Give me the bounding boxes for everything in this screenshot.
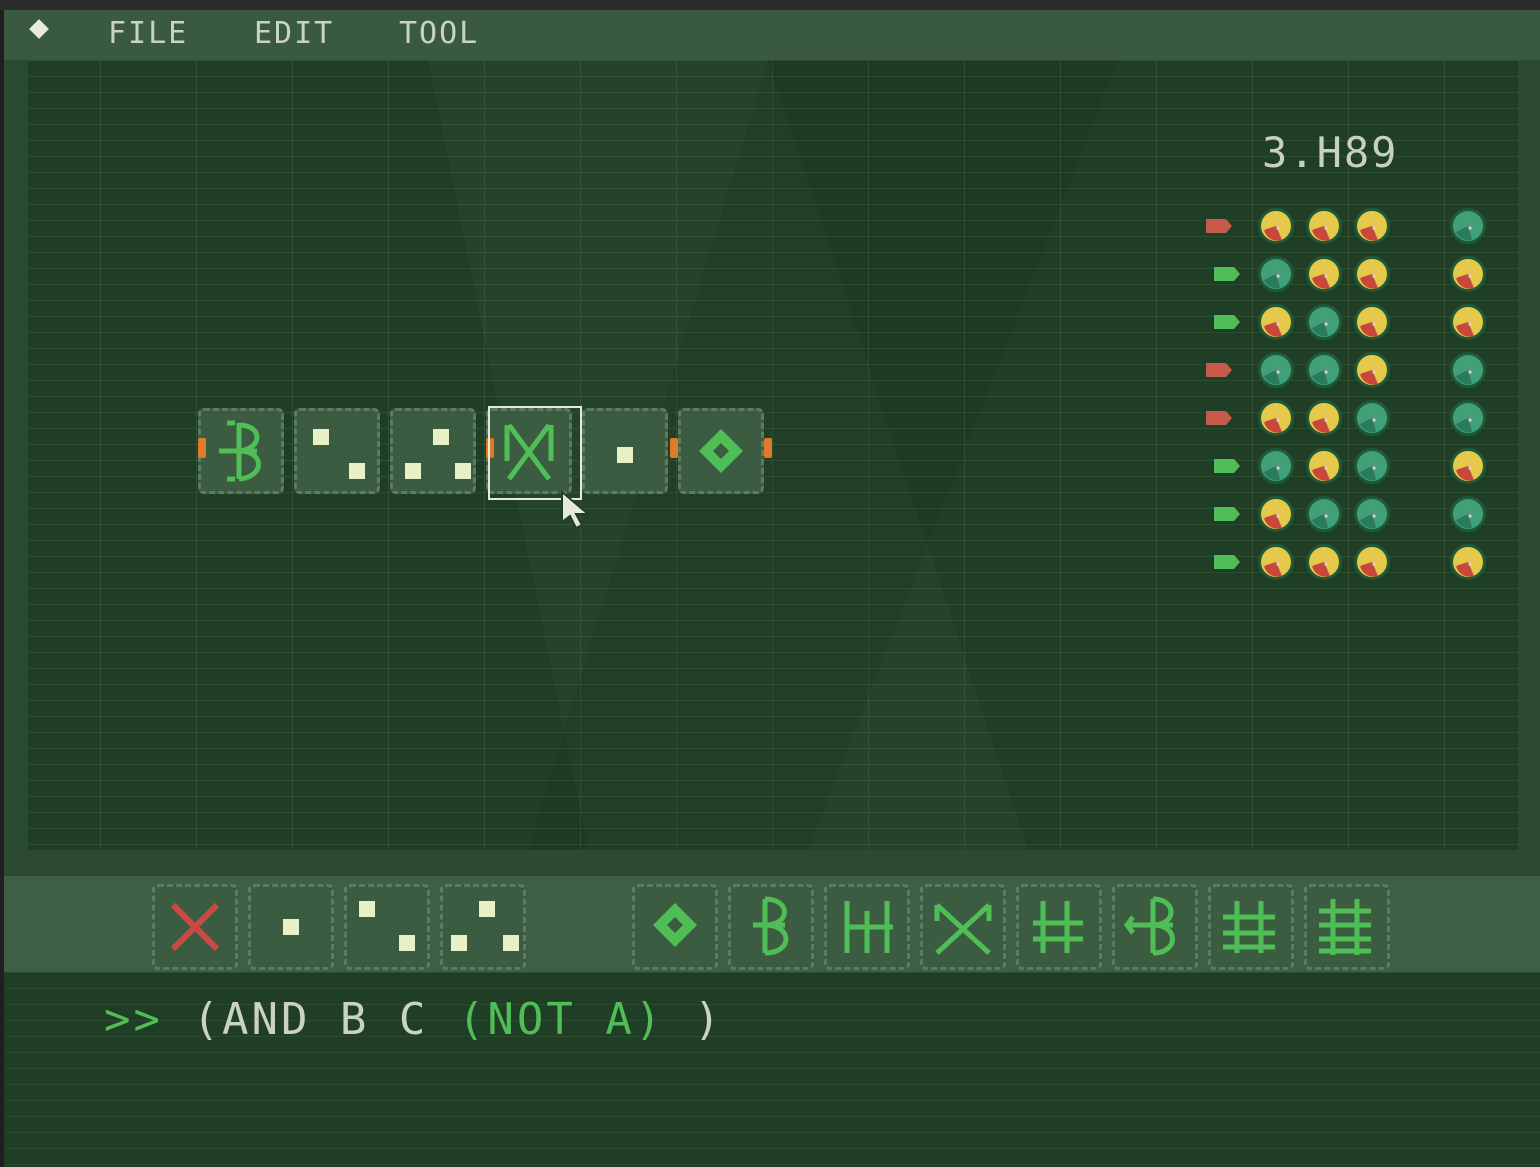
row-flag-green — [1214, 459, 1240, 473]
input-orb-yellow — [1258, 304, 1294, 340]
row-flag-red — [1206, 219, 1232, 233]
dot-one-icon — [283, 919, 299, 935]
input-orb-yellow — [1258, 544, 1294, 580]
output-orb-teal — [1450, 496, 1486, 532]
palette-quad-bar-gate[interactable] — [1304, 884, 1390, 970]
row-flag-red — [1206, 411, 1232, 425]
input-orb-teal — [1258, 352, 1294, 388]
circuit-tile-dot-one[interactable] — [582, 408, 668, 494]
output-orb-yellow — [1450, 304, 1486, 340]
console-expression: >> (AND B C (NOT A) ) — [104, 994, 723, 1045]
double-bar-gate-icon — [1033, 901, 1083, 953]
menu-tool[interactable]: TOOL — [399, 16, 479, 51]
dots-two-icon — [313, 429, 365, 479]
input-orb-yellow — [1306, 400, 1342, 436]
menu-file[interactable]: FILE — [108, 16, 188, 51]
prompt-symbol: >> — [104, 994, 163, 1045]
input-orb-teal — [1354, 448, 1390, 484]
diamond-icon — [653, 903, 697, 947]
palette-dot-one[interactable] — [248, 884, 334, 970]
expression-text-2: (NOT A) — [457, 994, 665, 1045]
palette-double-bar-gate[interactable] — [1016, 884, 1102, 970]
input-orb-yellow — [1354, 304, 1390, 340]
board-edge — [8, 60, 28, 850]
output-orb-teal — [1450, 352, 1486, 388]
input-orb-teal — [1354, 496, 1390, 532]
b-gate-icon — [219, 420, 261, 482]
pipe-gate-icon — [844, 901, 893, 953]
quad-bar-gate-icon — [1319, 899, 1371, 955]
input-orb-yellow — [1306, 448, 1342, 484]
input-orb-yellow — [1306, 208, 1342, 244]
triple-bar-gate-icon — [1223, 901, 1275, 953]
output-orb-yellow — [1450, 544, 1486, 580]
expression-text-1: (AND B C — [192, 994, 458, 1045]
port-connector — [764, 438, 772, 458]
row-flag-green — [1214, 507, 1240, 521]
port-connector — [670, 438, 678, 458]
dots-three-icon — [405, 429, 471, 479]
port-connector — [198, 438, 206, 458]
input-orb-teal — [1306, 352, 1342, 388]
input-orb-yellow — [1258, 496, 1294, 532]
output-orb-teal — [1450, 208, 1486, 244]
row-flag-green — [1214, 315, 1240, 329]
logo-diamond-icon[interactable] — [29, 19, 49, 39]
output-orb-yellow — [1450, 256, 1486, 292]
b-gate-icon — [753, 896, 789, 956]
dots-three-icon — [451, 901, 519, 951]
circuit-tile-dots-two[interactable] — [294, 408, 380, 494]
expression-text-3: ) — [664, 994, 724, 1045]
input-orb-yellow — [1306, 544, 1342, 580]
palette-dots-two[interactable] — [344, 884, 430, 970]
input-orb-yellow — [1354, 256, 1390, 292]
input-orb-teal — [1306, 304, 1342, 340]
component-palette — [4, 876, 1540, 972]
input-orb-teal — [1258, 448, 1294, 484]
circuit-tile-b-gate[interactable] — [198, 408, 284, 494]
row-flag-red — [1206, 363, 1232, 377]
output-orb-yellow — [1450, 448, 1486, 484]
menu-bar: FILE EDIT TOOL — [4, 10, 1540, 60]
palette-diamond[interactable] — [632, 884, 718, 970]
dots-two-icon — [359, 901, 415, 951]
palette-x-gate[interactable] — [920, 884, 1006, 970]
game-window: FILE EDIT TOOL 3.H89 >> (AND B C (NOT A)… — [4, 10, 1540, 1167]
palette-b-gate[interactable] — [728, 884, 814, 970]
expression-console[interactable]: >> (AND B C (NOT A) ) — [4, 972, 1540, 1167]
input-orb-yellow — [1354, 352, 1390, 388]
input-orb-teal — [1306, 496, 1342, 532]
row-flag-green — [1214, 555, 1240, 569]
output-orb-teal — [1450, 400, 1486, 436]
input-orb-teal — [1354, 400, 1390, 436]
input-orb-yellow — [1258, 400, 1294, 436]
palette-arrow-b-gate[interactable] — [1112, 884, 1198, 970]
x-gate-icon — [934, 903, 992, 955]
input-orb-yellow — [1306, 256, 1342, 292]
palette-pipe-gate[interactable] — [824, 884, 910, 970]
input-orb-yellow — [1354, 208, 1390, 244]
tile-selection-box — [488, 406, 582, 500]
diamond-icon — [699, 429, 743, 473]
palette-dots-three[interactable] — [440, 884, 526, 970]
menu-edit[interactable]: EDIT — [254, 16, 334, 51]
input-orb-yellow — [1258, 208, 1294, 244]
arrow-b-gate-icon — [1123, 896, 1175, 956]
circuit-tile-diamond[interactable] — [678, 408, 764, 494]
score-display: 3.H89 — [1262, 128, 1399, 177]
input-orb-teal — [1258, 256, 1294, 292]
row-flag-green — [1214, 267, 1240, 281]
palette-triple-bar-gate[interactable] — [1208, 884, 1294, 970]
delete-x-icon — [170, 902, 220, 952]
input-orb-yellow — [1354, 544, 1390, 580]
palette-delete-button[interactable] — [152, 884, 238, 970]
window-top-strip — [0, 0, 1540, 10]
dot-one-icon — [617, 447, 633, 463]
mouse-cursor-icon — [561, 490, 591, 530]
circuit-tile-dots-three[interactable] — [390, 408, 476, 494]
